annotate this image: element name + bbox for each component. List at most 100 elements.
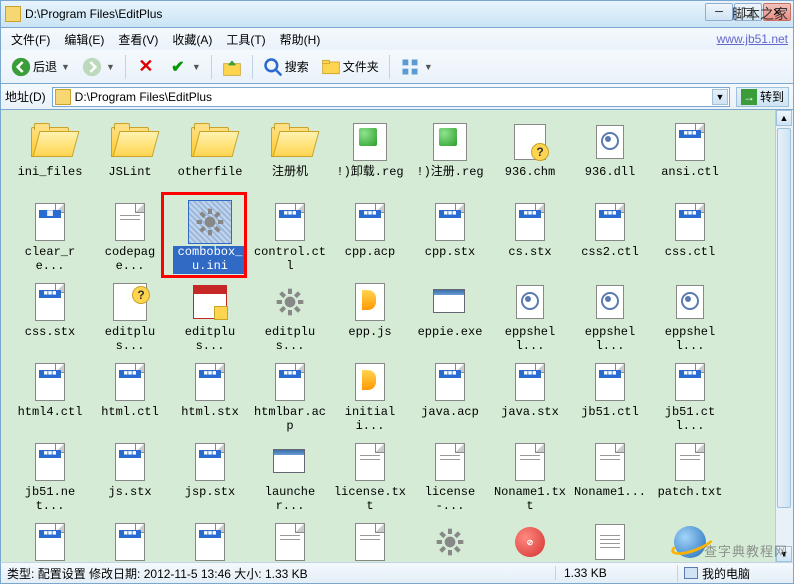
menu-file[interactable]: 文件(F) [5, 29, 56, 50]
file-icon [348, 120, 392, 164]
file-item[interactable]: license-... [413, 440, 487, 520]
file-item[interactable]: reg_u.ini [413, 520, 487, 562]
file-item[interactable]: ■■■jsp.stx [173, 440, 247, 520]
vertical-scrollbar[interactable]: ▲ ▼ [775, 110, 793, 562]
file-item[interactable]: ■■■ cpp.acp [333, 200, 407, 280]
file-label: launcher... [253, 486, 327, 514]
file-item[interactable]: launcher... [253, 440, 327, 520]
file-item[interactable]: patch.txt [653, 440, 727, 520]
file-item[interactable]: license.txt [333, 440, 407, 520]
file-item[interactable]: ■■■htmlbar.acp [253, 360, 327, 440]
file-item[interactable]: ■■■java.acp [413, 360, 487, 440]
icons-grid: ini_files JSLint otherfile注册机!)卸载.reg!)注册.… [13, 120, 775, 562]
file-item[interactable]: eppie.exe [413, 280, 487, 360]
file-item[interactable]: ■■■jb51.ctl [573, 360, 647, 440]
up-button[interactable] [218, 54, 246, 80]
file-item[interactable]: otherfile [173, 120, 247, 200]
file-icon: ■■■ [348, 200, 392, 244]
file-icon [348, 440, 392, 484]
address-dropdown[interactable]: ▼ [712, 89, 728, 105]
file-item[interactable]: ■■■perl.stx [93, 520, 167, 562]
file-item[interactable]: readme.txt [253, 520, 327, 562]
file-item[interactable]: !)卸载.reg [333, 120, 407, 200]
file-item[interactable]: editplus... [93, 280, 167, 360]
file-item[interactable]: ■■■perl.acp [13, 520, 87, 562]
folders-button[interactable]: 文件夹 [317, 54, 383, 80]
file-label: JSLint [108, 166, 151, 180]
file-item[interactable]: eppshell... [493, 280, 567, 360]
delete-button[interactable]: ✕ [132, 54, 160, 80]
menu-view[interactable]: 查看(V) [112, 29, 164, 50]
file-label: editplus... [253, 326, 327, 354]
forward-button[interactable]: ▼ [78, 54, 119, 80]
file-icon [188, 120, 232, 164]
menu-tools[interactable]: 工具(T) [220, 29, 271, 50]
minimize-button[interactable]: ─ [705, 3, 733, 21]
address-input[interactable]: D:\Program Files\EditPlus ▼ [52, 87, 730, 107]
menu-help[interactable]: 帮助(H) [274, 29, 327, 50]
file-item[interactable]: 936.dll [573, 120, 647, 200]
search-icon [263, 57, 283, 77]
file-item[interactable]: !)注册.reg [413, 120, 487, 200]
file-item[interactable]: ■■■jb51.ctl... [653, 360, 727, 440]
menu-edit[interactable]: 编辑(E) [58, 29, 110, 50]
file-icon [188, 200, 232, 244]
file-icon: ■■■ [668, 360, 712, 404]
file-item[interactable]: ■■■ansi.ctl [653, 120, 727, 200]
file-icon: ■■■ [268, 200, 312, 244]
file-item[interactable]: ■■■html4.ctl [13, 360, 87, 440]
file-item[interactable]: ■■■html.ctl [93, 360, 167, 440]
file-item[interactable]: editplus... [173, 280, 247, 360]
file-item[interactable]: ■■■css.ctl [653, 200, 727, 280]
file-item[interactable]: ■■■java.stx [493, 360, 567, 440]
file-item[interactable]: ▦clear_re... [13, 200, 87, 280]
file-item[interactable]: ■■■php.stx [173, 520, 247, 562]
file-item[interactable]: ■■■css2.ctl [573, 200, 647, 280]
back-button[interactable]: 后退 ▼ [7, 54, 74, 80]
file-item[interactable]: ■■■cpp.stx [413, 200, 487, 280]
file-item[interactable]: SETUP3.LOG [573, 520, 647, 562]
views-button[interactable]: ▼ [396, 54, 437, 80]
file-item[interactable]: eppshell... [573, 280, 647, 360]
file-item[interactable]: eppshell... [653, 280, 727, 360]
file-label: combobox_u.ini [173, 246, 247, 274]
file-item[interactable]: ■■■cs.stx [493, 200, 567, 280]
file-item[interactable]: ■■■html.stx [173, 360, 247, 440]
scroll-thumb[interactable] [777, 128, 791, 508]
menu-favorites[interactable]: 收藏(A) [166, 29, 218, 50]
folders-label: 文件夹 [343, 58, 379, 75]
file-item[interactable]: codepage... [93, 200, 167, 280]
file-item[interactable]: editplus... [253, 280, 327, 360]
file-item[interactable]: Noname1... [573, 440, 647, 520]
file-item[interactable]: ⊘remove.exe [493, 520, 567, 562]
file-item[interactable]: 936.chm [493, 120, 567, 200]
separator [389, 55, 390, 79]
file-area[interactable]: ini_files JSLint otherfile注册机!)卸载.reg!)注册.… [1, 110, 775, 562]
file-icon [588, 280, 632, 324]
file-item[interactable]: combobox_u.ini [173, 200, 247, 280]
dropdown-arrow-icon: ▼ [61, 62, 70, 72]
file-label: cpp.acp [345, 246, 395, 260]
file-item[interactable]: JSLint [93, 120, 167, 200]
go-icon: → [741, 89, 757, 105]
computer-icon [684, 567, 698, 579]
search-button[interactable]: 搜索 [259, 54, 313, 80]
file-label: html.ctl [101, 406, 159, 420]
file-item[interactable]: epp.js [333, 280, 407, 360]
back-icon [11, 57, 31, 77]
file-item[interactable]: 注册机 [253, 120, 327, 200]
file-icon [268, 280, 312, 324]
file-item[interactable]: initiali... [333, 360, 407, 440]
file-item[interactable]: readme_c... [333, 520, 407, 562]
confirm-button[interactable]: ✔▼ [164, 54, 205, 80]
x-icon: ✕ [136, 57, 156, 77]
file-item[interactable]: Noname1.txt [493, 440, 567, 520]
titlebar[interactable]: D:\Program Files\EditPlus ─ ☐ ✕ [0, 0, 794, 28]
file-item[interactable]: ■■■jb51.net... [13, 440, 87, 520]
scroll-up-button[interactable]: ▲ [776, 110, 792, 126]
file-item[interactable]: ■■■css.stx [13, 280, 87, 360]
file-item[interactable]: ■■■control.ctl [253, 200, 327, 280]
file-item[interactable]: ■■■js.stx [93, 440, 167, 520]
file-item[interactable]: ini_files [13, 120, 87, 200]
go-button[interactable]: → 转到 [736, 87, 789, 107]
